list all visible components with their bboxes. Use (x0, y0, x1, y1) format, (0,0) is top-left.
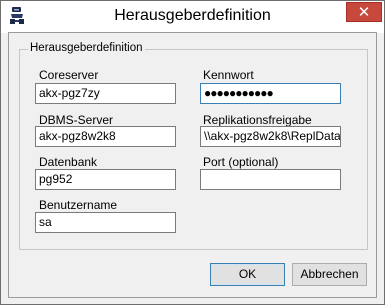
group-box-legend: Herausgeberdefinition (28, 42, 145, 54)
cancel-button[interactable]: Abbrechen (292, 263, 367, 286)
dbms-server-input[interactable]: akx-pgz8w2k8 (35, 126, 176, 147)
ok-button[interactable]: OK (210, 263, 285, 286)
replikationsfreigabe-label: Replikationsfreigabe (203, 113, 312, 127)
datenbank-label: Datenbank (39, 155, 98, 169)
window-title: Herausgeberdefinition (114, 7, 271, 24)
port-label: Port (optional) (203, 155, 279, 169)
benutzername-label: Benutzername (39, 198, 118, 212)
dialog-window: Herausgeberdefinition ✕ Herausgeberdefin… (0, 0, 385, 305)
coreserver-input[interactable]: akx-pgz7zy (35, 83, 176, 104)
replikationsfreigabe-input[interactable]: \\akx-pgz8w2k8\ReplData (200, 126, 341, 147)
kennwort-password-input[interactable]: ●●●●●●●●●●● (200, 83, 341, 104)
dbms-server-label: DBMS-Server (39, 113, 114, 127)
coreserver-label: Coreserver (39, 68, 99, 82)
port-input[interactable] (200, 169, 341, 190)
close-button[interactable]: ✕ (346, 2, 382, 22)
kennwort-label: Kennwort (203, 68, 254, 82)
close-icon: ✕ (357, 3, 371, 21)
datenbank-input[interactable]: pg952 (35, 169, 176, 190)
benutzername-input[interactable]: sa (35, 212, 176, 233)
title-bar[interactable]: Herausgeberdefinition ✕ (1, 1, 384, 33)
